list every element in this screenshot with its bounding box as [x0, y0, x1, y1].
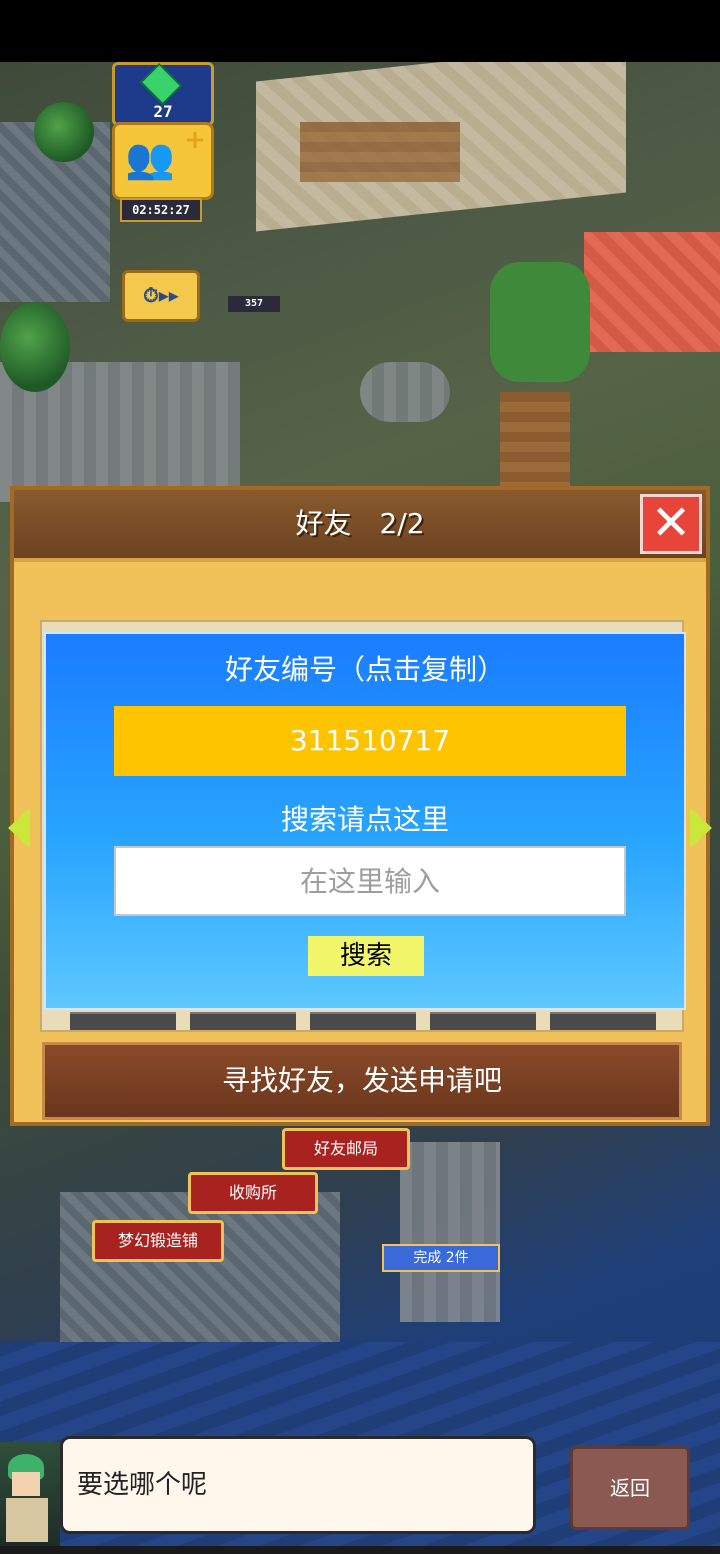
friends-dialog: 好友 2/2 ✕ 好友编号（点击复制） 311510717 搜索请点这里 搜索 …: [8, 486, 712, 1126]
slot: [190, 1012, 296, 1030]
search-button[interactable]: 搜索: [308, 936, 424, 976]
search-label: 搜索请点这里: [280, 803, 449, 836]
slot: [550, 1012, 656, 1030]
slot: [310, 1012, 416, 1030]
next-page-arrow-icon[interactable]: [690, 808, 712, 848]
building-label-shop[interactable]: 收购所: [188, 1172, 318, 1214]
gem-counter[interactable]: 27: [112, 62, 214, 126]
tree-icon: [0, 302, 70, 392]
avatar-body: [6, 1498, 48, 1542]
level-badge: 357: [228, 296, 280, 312]
dialog-title: 好友 2/2: [295, 507, 425, 540]
building-label-post-office[interactable]: 好友邮局: [282, 1128, 410, 1170]
map-tower: [400, 1142, 500, 1322]
friend-id-label: 好友编号（点击复制）: [224, 653, 505, 686]
status-bar: [0, 0, 720, 62]
map-grass: [490, 262, 590, 382]
plus-icon: +: [184, 125, 206, 155]
avatar-face: [12, 1472, 40, 1496]
friends-icon: 👥: [125, 136, 175, 182]
page-slots: [70, 1012, 656, 1030]
dialog-header: 好友 2/2: [14, 490, 706, 562]
tree-icon: [34, 102, 94, 162]
map-fountain: [360, 362, 450, 422]
gem-count: 27: [153, 102, 173, 121]
friend-id-copy-field[interactable]: 311510717: [114, 706, 626, 776]
speech-text: 要选哪个呢: [77, 1470, 208, 1500]
stopwatch-icon: ⏱: [143, 283, 159, 307]
close-button[interactable]: ✕: [640, 494, 702, 554]
friend-search-panel: 好友编号（点击复制） 311510717 搜索请点这里 搜索: [44, 632, 686, 1010]
slot: [430, 1012, 536, 1030]
nav-bar: [0, 1546, 720, 1554]
map-workshop-wall: [300, 122, 460, 182]
search-input[interactable]: [114, 846, 626, 916]
slot: [70, 1012, 176, 1030]
advisor-avatar: [0, 1442, 60, 1546]
prev-page-arrow-icon[interactable]: [8, 808, 30, 848]
gem-icon: [140, 63, 182, 105]
fast-forward-icon: ▸▸: [158, 283, 179, 307]
map-garden-floor: [584, 232, 720, 352]
find-friends-button[interactable]: 寻找好友，发送申请吧: [42, 1042, 682, 1120]
fast-forward-button[interactable]: ⏱▸▸: [122, 270, 200, 322]
friend-timer: 02:52:27: [120, 198, 202, 222]
back-button[interactable]: 返回: [570, 1446, 690, 1530]
friends-button[interactable]: 👥 +: [112, 122, 214, 200]
speech-bubble: 要选哪个呢: [60, 1436, 536, 1534]
close-icon: ✕: [650, 495, 692, 551]
done-badge[interactable]: 完成 2件: [382, 1244, 500, 1272]
building-label-forge[interactable]: 梦幻锻造铺: [92, 1220, 224, 1262]
